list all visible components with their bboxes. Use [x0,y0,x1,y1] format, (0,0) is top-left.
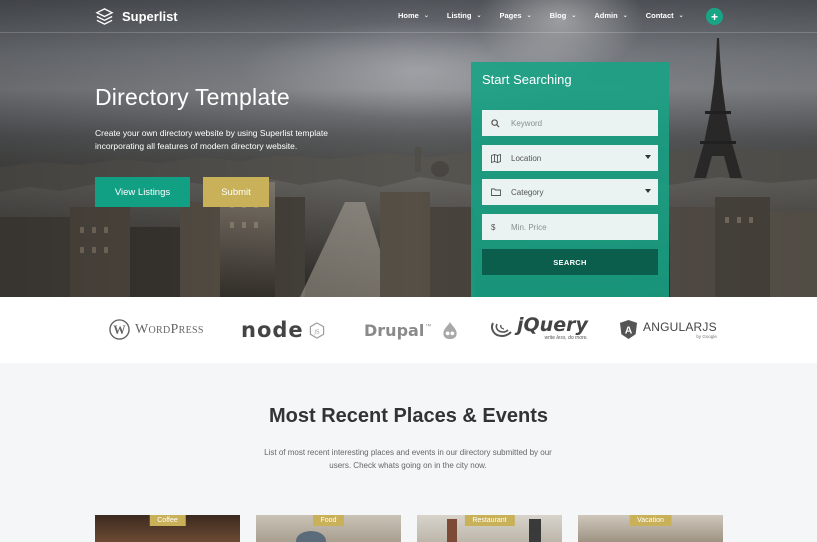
listing-card-restaurant[interactable]: Restaurant [417,515,562,542]
lamp-image [447,519,457,542]
nav-label: Home [398,11,419,20]
map-icon [491,153,503,163]
lamp-image [529,519,541,542]
jquery-logo: jQuery write less, do more. [490,316,588,341]
nav-label: Admin [594,11,618,20]
drupal-wordmark: Drupal [364,321,425,340]
search-icon [491,118,503,128]
nav-item-home[interactable]: Home ⌄ [398,11,429,20]
site-name: Superlist [122,9,178,24]
add-listing-button[interactable]: + [706,8,723,25]
main-menu: Home ⌄ Listing ⌄ Pages ⌄ Blog ⌄ Admin ⌄ Conta… [398,11,702,20]
trademark-mark: ™ [425,323,432,330]
location-value: Location [511,153,542,163]
svg-text:JS: JS [313,329,320,335]
chevron-down-icon: ⌄ [678,13,684,19]
section-description: List of most recent interesting places a… [264,448,552,470]
angularjs-logo: A ANGULARJS by Google [619,319,717,340]
search-button[interactable]: SEARCH [482,249,658,275]
folder-icon [491,188,503,196]
angular-shield-icon: A [619,320,638,339]
hero-title: Directory Template [95,84,290,110]
min-price-input[interactable]: $ Min. Price [482,214,658,240]
listing-card-vacation[interactable]: Vacation [578,515,723,542]
search-title: Start Searching [482,72,572,87]
nav-item-pages[interactable]: Pages ⌄ [500,11,532,20]
angular-tagline: by Google [696,333,717,339]
nav-label: Pages [499,11,522,20]
category-badge: Food [312,515,345,526]
nav-label: Contact [645,11,674,20]
nav-label: Listing [446,11,472,20]
hero-description: Create your own directory website by usi… [95,128,328,151]
search-panel: Start Searching Keyword Location Categor… [471,62,669,297]
listing-card-food[interactable]: Food [256,515,401,542]
svg-text:W: W [113,323,126,337]
drupal-drop-icon [443,321,457,340]
price-placeholder: Min. Price [511,222,547,232]
site-logo[interactable]: Superlist [95,7,178,26]
nav-label: Blog [549,11,567,20]
chevron-down-icon: ⌄ [423,13,429,19]
nodejs-logo: node JS [241,318,325,342]
category-badge: Restaurant [464,515,515,526]
drupal-logo: Drupal ™ [364,321,458,340]
keyword-placeholder: Keyword [511,118,543,128]
nav-item-listing[interactable]: Listing ⌄ [447,11,482,20]
chevron-down-icon: ⌄ [622,13,628,19]
node-wordmark: node [241,318,304,342]
jquery-tagline: write less, do more. [544,335,588,341]
chevron-down-icon: ⌄ [571,13,577,19]
nav-item-contact[interactable]: Contact ⌄ [646,11,684,20]
plate-image [296,531,326,542]
keyword-input[interactable]: Keyword [482,110,658,136]
submit-button[interactable]: Submit [203,177,269,207]
jquery-wordmark: jQuery [517,314,588,336]
svg-text:A: A [625,325,633,336]
caret-down-icon [645,189,651,193]
dollar-icon: $ [491,222,496,232]
layers-icon [95,8,114,25]
category-badge: Vacation [629,515,672,526]
section-title: Most Recent Places & Events [269,405,548,427]
partner-logos-strip: W WordPress node JS Drupal ™ jQuery writ… [0,297,817,363]
wordpress-icon: W [109,319,130,340]
angular-wordmark: ANGULARJS [643,319,717,334]
category-value: Category [511,187,544,197]
listing-card-coffee[interactable]: Coffee [95,515,240,542]
category-badge: Coffee [149,515,186,526]
view-listings-button[interactable]: View Listings [95,177,190,207]
caret-down-icon [645,155,651,159]
nodejs-hexagon-icon: JS [309,321,324,339]
category-select[interactable]: Category [482,179,658,205]
location-select[interactable]: Location [482,145,658,171]
wordpress-logo: W WordPress [109,319,204,340]
chevron-down-icon: ⌄ [526,13,532,19]
nav-item-blog[interactable]: Blog ⌄ [550,11,577,20]
top-navbar: Superlist Home ⌄ Listing ⌄ Pages ⌄ Blog ⌄ Ad… [0,0,817,33]
chevron-down-icon: ⌄ [476,13,482,19]
wordpress-wordmark: WordPress [135,321,204,337]
jquery-swirl-icon [491,322,512,337]
nav-item-admin[interactable]: Admin ⌄ [594,11,627,20]
